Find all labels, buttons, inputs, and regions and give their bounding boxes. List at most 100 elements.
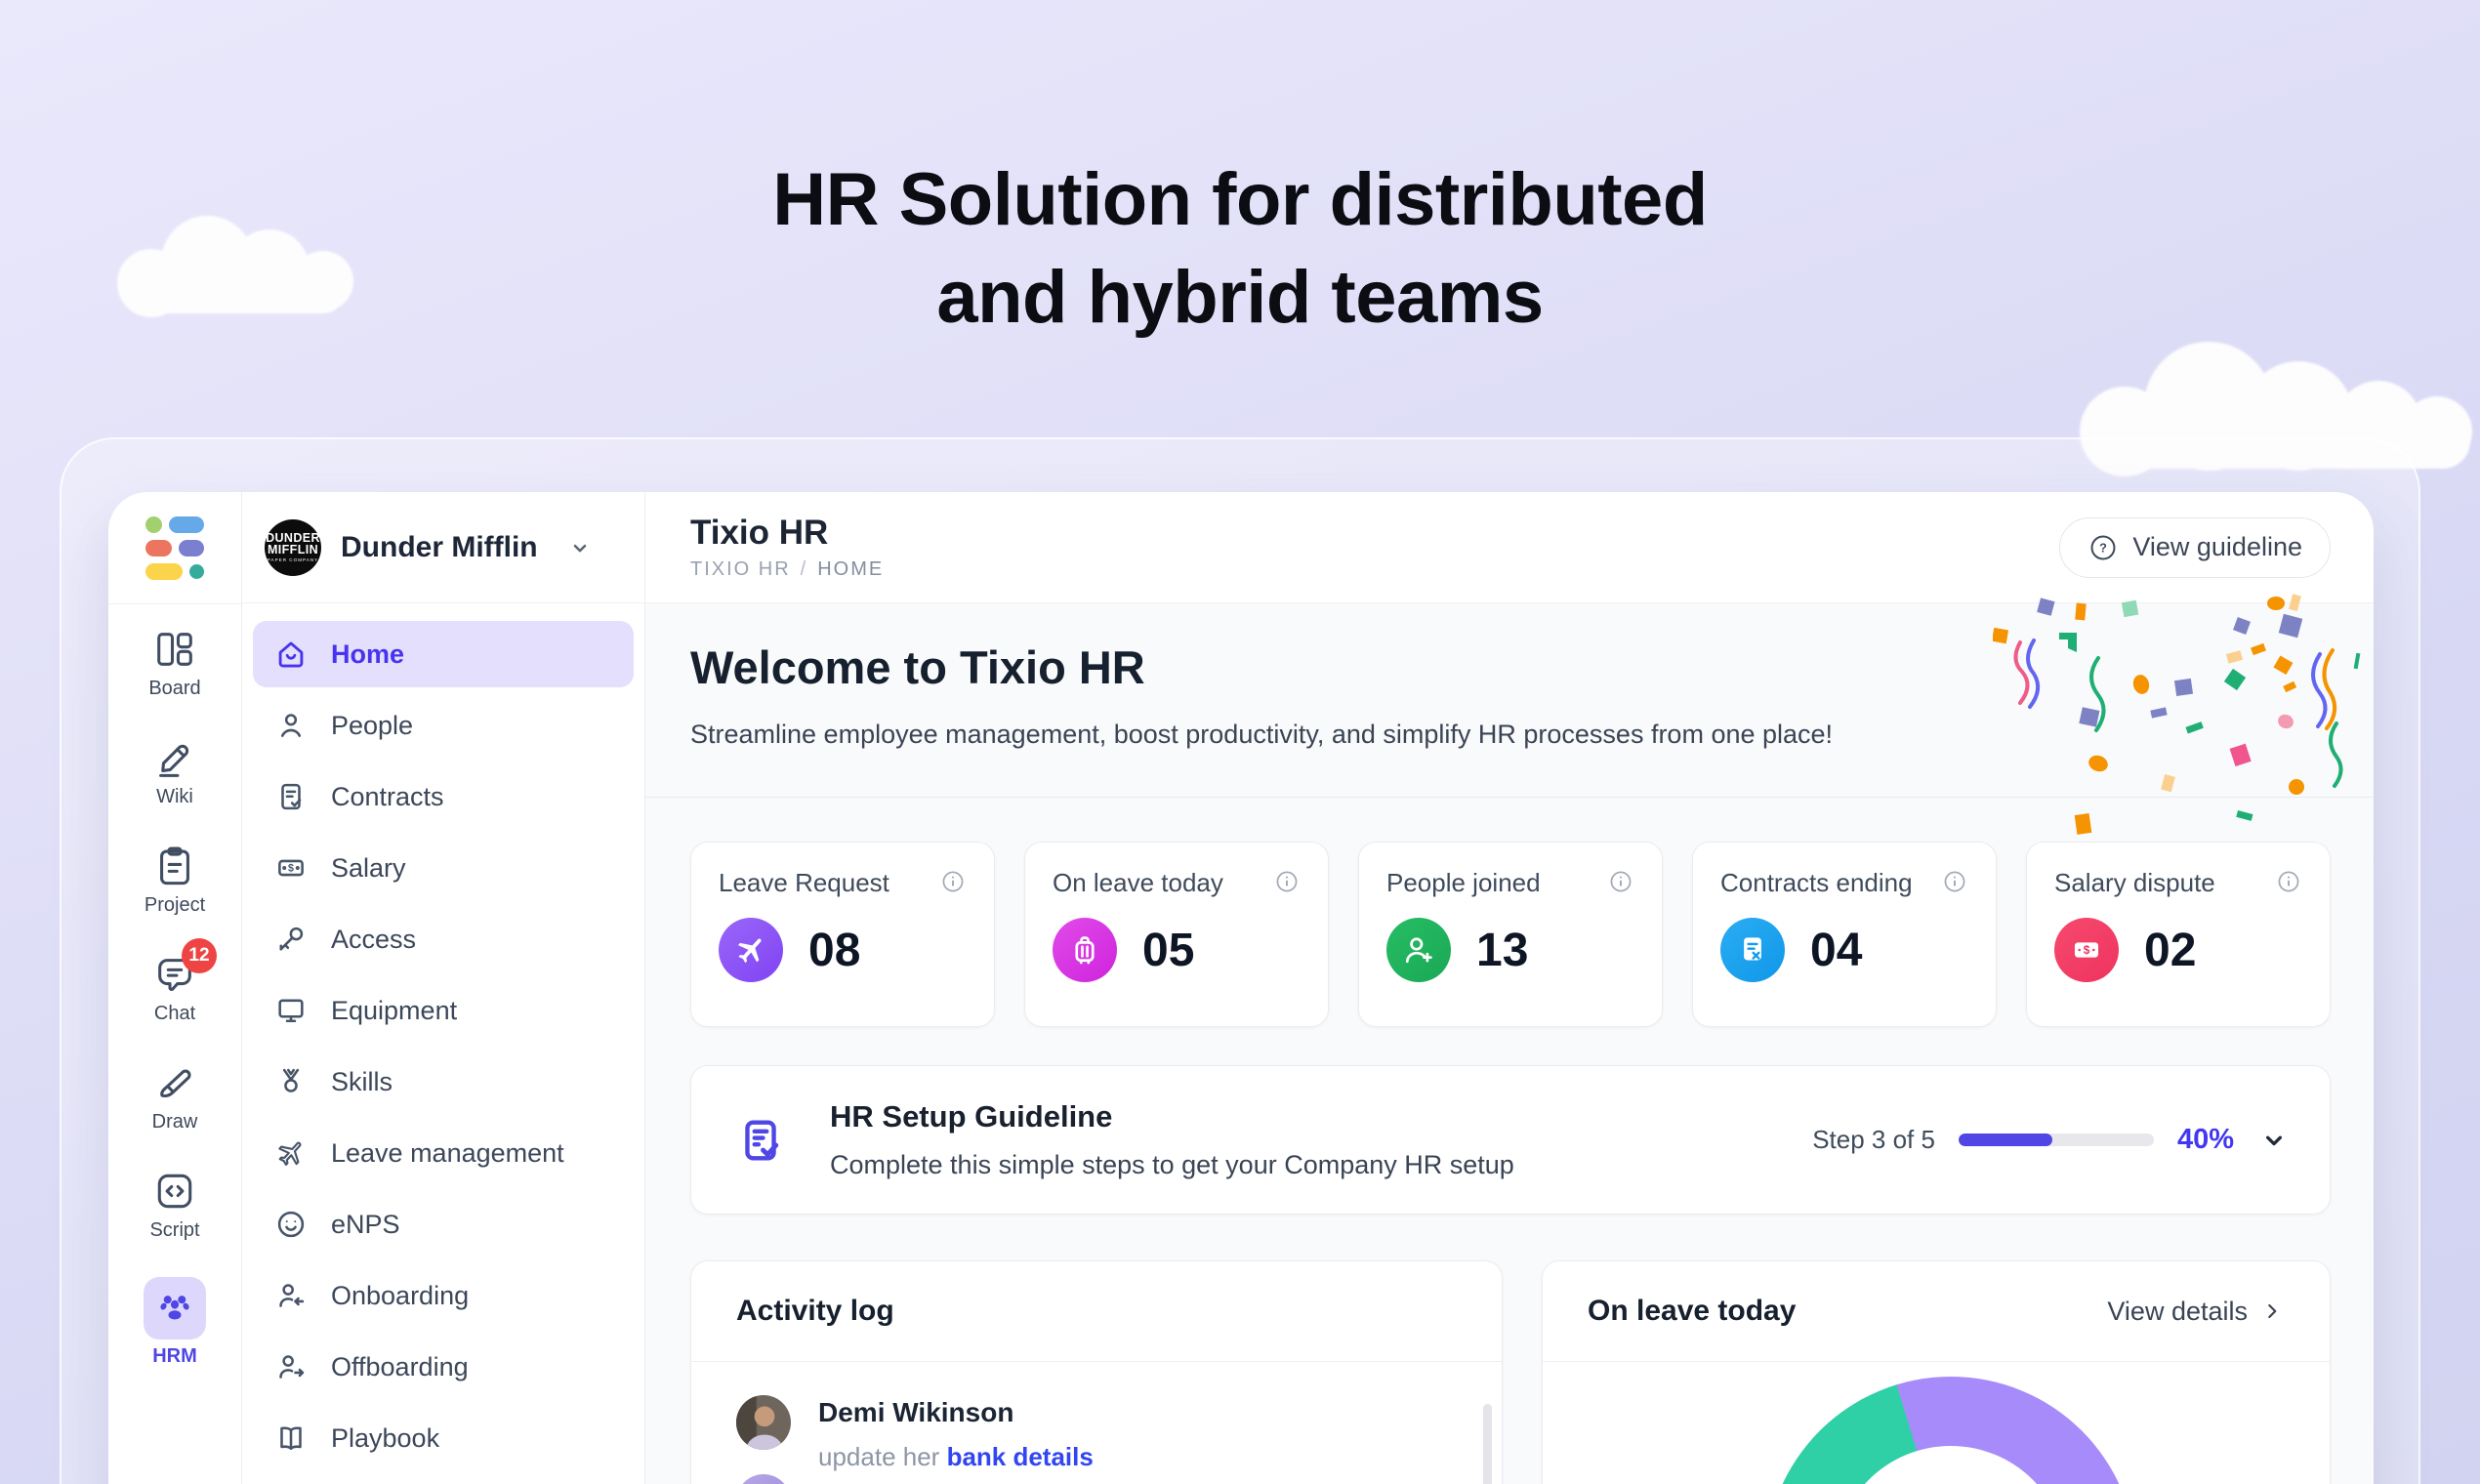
sidebar-item-label: Leave management: [331, 1138, 564, 1169]
page-title: Tixio HR: [690, 514, 884, 553]
rail-item-label: Draw: [152, 1111, 198, 1134]
stat-card-people-joined[interactable]: People joined 13: [1358, 842, 1663, 1027]
rail-item-project[interactable]: Project: [145, 844, 205, 917]
sidebar-item-label: Salary: [331, 853, 406, 884]
stat-label: Salary dispute: [2054, 868, 2215, 898]
header-title-group: Tixio HR TIXIO HR / HOME: [690, 514, 884, 581]
chevron-down-icon: [565, 533, 595, 562]
sidebar-item-salary[interactable]: $ Salary: [253, 835, 634, 901]
sidebar-item-label: Home: [331, 639, 404, 670]
rail-logo-area: [108, 492, 241, 604]
on-leave-today-card: On leave today View details: [1542, 1260, 2331, 1484]
sidebar-menu: Home People Contracts $ Salary: [242, 603, 644, 1471]
hero-line-2: and hybrid teams: [936, 256, 1543, 339]
chevron-down-icon[interactable]: [2257, 1124, 2291, 1157]
rail-item-chat[interactable]: 12 Chat: [152, 952, 197, 1025]
activity-action-link[interactable]: bank details: [947, 1442, 1094, 1471]
smiley-icon: [274, 1208, 308, 1241]
plane-icon: [274, 1136, 308, 1170]
info-icon[interactable]: [1941, 868, 1968, 895]
breadcrumb-separator: /: [801, 558, 808, 580]
sidebar-item-onboarding[interactable]: Onboarding: [253, 1262, 634, 1329]
stat-value: 02: [2144, 924, 2196, 977]
stat-label: On leave today: [1053, 868, 1223, 898]
user-plus-icon: [1386, 918, 1451, 982]
key-icon: [274, 923, 308, 956]
sidebar-item-people[interactable]: People: [253, 692, 634, 759]
rail-item-draw[interactable]: Draw: [152, 1060, 198, 1134]
breadcrumb-current: HOME: [817, 558, 884, 580]
stat-card-on-leave-today[interactable]: On leave today 05: [1024, 842, 1329, 1027]
info-icon[interactable]: [939, 868, 967, 895]
rail-item-script[interactable]: Script: [149, 1169, 199, 1242]
activity-entry[interactable]: Demi Wikinson update her bank details: [691, 1362, 1502, 1472]
stat-label: Leave Request: [719, 868, 889, 898]
sidebar: DUNDER MIFFLIN PAPER COMPANY Dunder Miff…: [242, 492, 645, 1484]
sidebar-item-label: Playbook: [331, 1423, 439, 1454]
progress-bar-fill: [1959, 1134, 2052, 1146]
stat-card-leave-request[interactable]: Leave Request 08: [690, 842, 995, 1027]
sidebar-item-equipment[interactable]: Equipment: [253, 977, 634, 1044]
view-guideline-button[interactable]: ? View guideline: [2059, 517, 2331, 578]
chat-bubble-icon: 12: [152, 952, 197, 997]
sidebar-item-enps[interactable]: eNPS: [253, 1191, 634, 1257]
workspace-logo: DUNDER MIFFLIN PAPER COMPANY: [265, 519, 321, 576]
user-arrow-in-icon: [274, 1279, 308, 1312]
activity-entry-action: update her bank details: [818, 1442, 1094, 1472]
hr-setup-guideline-card: HR Setup Guideline Complete this simple …: [690, 1065, 2331, 1215]
tixio-logo[interactable]: [145, 516, 204, 580]
welcome-banner: Welcome to Tixio HR Streamline employee …: [645, 603, 2374, 798]
activity-log-title: Activity log: [736, 1295, 894, 1328]
workspace-logo-text: PAPER COMPANY: [268, 558, 318, 563]
salary-icon: $: [274, 851, 308, 885]
breadcrumb-root[interactable]: TIXIO HR: [690, 558, 791, 580]
progress-bar: [1959, 1134, 2154, 1146]
sidebar-item-home[interactable]: Home: [253, 621, 634, 687]
on-leave-title: On leave today: [1588, 1295, 1796, 1328]
workspace-selector[interactable]: DUNDER MIFFLIN PAPER COMPANY Dunder Miff…: [242, 492, 644, 603]
sidebar-item-label: Equipment: [331, 996, 457, 1026]
rail-item-wiki[interactable]: Wiki: [152, 735, 197, 808]
activity-entry-name: Demi Wikinson: [818, 1397, 1094, 1428]
welcome-subtitle: Streamline employee management, boost pr…: [690, 720, 2329, 750]
sidebar-item-offboarding[interactable]: Offboarding: [253, 1334, 634, 1400]
activity-entry-text: Demi Wikinson update her bank details: [818, 1395, 1094, 1472]
stat-value: 04: [1810, 924, 1862, 977]
workspace-name: Dunder Mifflin: [341, 531, 538, 564]
page: HR Solution for distributed and hybrid te…: [0, 0, 2480, 1484]
brush-icon: [152, 1060, 197, 1105]
file-check-icon: [736, 1116, 785, 1165]
view-details-link[interactable]: View details: [2107, 1297, 2285, 1327]
chevron-right-icon: [2259, 1298, 2285, 1324]
book-icon: [274, 1422, 308, 1455]
rail-item-board[interactable]: Board: [148, 627, 200, 700]
sidebar-item-skills[interactable]: Skills: [253, 1049, 634, 1115]
sidebar-item-playbook[interactable]: Playbook: [253, 1405, 634, 1471]
guideline-title: HR Setup Guideline: [830, 1099, 1812, 1134]
scrollbar-thumb[interactable]: [1483, 1404, 1492, 1484]
guideline-progress-group: Step 3 of 5 40%: [1812, 1124, 2291, 1157]
welcome-title: Welcome to Tixio HR: [690, 640, 2329, 694]
rail-item-hrm[interactable]: HRM: [144, 1277, 206, 1368]
sidebar-item-contracts[interactable]: Contracts: [253, 763, 634, 830]
sidebar-item-access[interactable]: Access: [253, 906, 634, 972]
rail-item-label: Project: [145, 894, 205, 917]
plane-icon: [719, 918, 783, 982]
sidebar-item-label: Contracts: [331, 782, 444, 812]
stats-row: Leave Request 08: [690, 842, 2331, 1027]
rail-item-label: Wiki: [156, 786, 193, 808]
hero-line-1: HR Solution for distributed: [772, 158, 1708, 241]
stat-card-contracts-ending[interactable]: Contracts ending 04: [1692, 842, 1997, 1027]
guideline-subtitle: Complete this simple steps to get your C…: [830, 1150, 1812, 1180]
leave-donut-chart: [1765, 1377, 2136, 1484]
sidebar-item-leave-management[interactable]: Leave management: [253, 1120, 634, 1186]
on-leave-header: On leave today View details: [1543, 1261, 2330, 1362]
board-icon: [152, 627, 197, 672]
stat-card-salary-dispute[interactable]: Salary dispute $ 02: [2026, 842, 2331, 1027]
info-icon[interactable]: [1607, 868, 1634, 895]
svg-text:?: ?: [2099, 541, 2107, 555]
info-icon[interactable]: [1273, 868, 1301, 895]
info-icon[interactable]: [2275, 868, 2302, 895]
rail-item-label: Script: [149, 1219, 199, 1242]
pencil-icon: [152, 735, 197, 780]
